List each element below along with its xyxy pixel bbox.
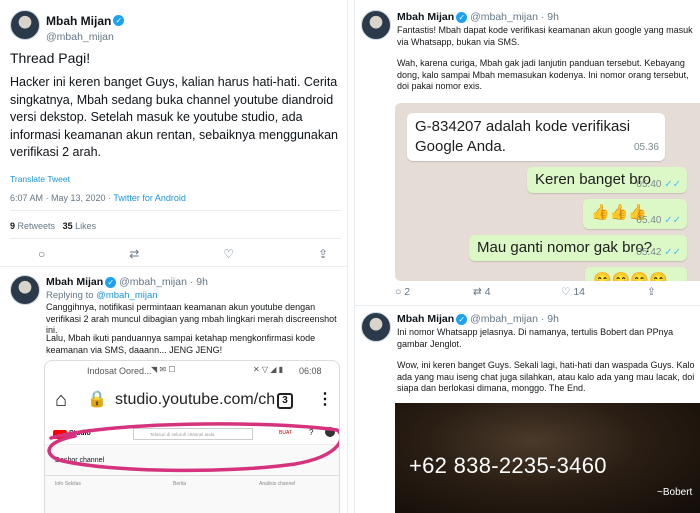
tweet-action-bar: ○ ⇄ ♡ ⇪ — [38, 247, 328, 261]
message-text: Mau ganti nomor gak bro? — [477, 239, 653, 256]
more-icon[interactable]: ⋮ — [317, 389, 333, 409]
author-handle[interactable]: @mbah_mijan · 9h — [470, 11, 559, 23]
message-time: 05.40 ✓✓ — [636, 215, 681, 226]
tweet-stats: 9 Retweets 35 Likes — [10, 221, 96, 231]
reply-text: Wow, ini keren banget Guys. Sekali lagi,… — [397, 360, 695, 393]
divider — [10, 238, 341, 239]
retweets-label[interactable]: Retweets — [18, 221, 56, 231]
time-label: 05.40 — [636, 215, 662, 226]
reply-text: Canggihnya, notifikasi permintaan keaman… — [46, 302, 337, 335]
message-time: 05.36 — [633, 142, 659, 153]
message-time: 05.40 ✓✓ — [636, 179, 681, 190]
tweet-client[interactable]: Twitter for Android — [113, 193, 186, 203]
author-handle[interactable]: @mbah_mijan · 9h — [470, 313, 559, 325]
like-count: 14 — [573, 286, 586, 298]
reply-text: Lalu, Mbah ikuti panduannya sampai ketah… — [46, 333, 316, 355]
tweet-body: Hacker ini keren banget Guys, kalian har… — [10, 75, 338, 159]
attached-screenshot[interactable]: Indosat Oored... ◥ ✉ ☐ ✕ ▽ ◢ ▮ 06:08 ⌂ 🔒… — [44, 360, 340, 513]
reply-text: Ini nomor Whatsapp jelasnya. Di namanya,… — [397, 327, 674, 349]
battery-icon: ✕ ▽ ◢ ▮ — [253, 365, 284, 374]
read-ticks-icon: ✓✓ — [664, 215, 681, 226]
likes-label[interactable]: Likes — [75, 221, 96, 231]
read-ticks-icon: ✓✓ — [664, 247, 681, 258]
reply-author[interactable]: Mbah Mijan ✓ @mbah_mijan · 9h — [397, 313, 559, 325]
chat-message-outgoing: Mau ganti nomor gak bro? 05.42 ✓✓ — [469, 235, 687, 261]
home-icon[interactable]: ⌂ — [55, 389, 67, 412]
tweet-heading: Thread Pagi! — [10, 50, 91, 66]
replying-to: Replying to @mbah_mijan — [46, 290, 158, 301]
left-tweet-column: Mbah Mijan ✓ @mbah_mijan Thread Pagi! Hac… — [0, 0, 348, 513]
retweet-count[interactable]: 9 — [10, 221, 15, 231]
author-handle[interactable]: @mbah_mijan · 9h — [119, 276, 208, 288]
reply-author[interactable]: Mbah Mijan ✓ @mbah_mijan · 9h — [46, 276, 208, 288]
column-label: Analisis channel — [259, 481, 296, 487]
message-time: 05.42 ✓✓ — [636, 247, 681, 258]
like-action[interactable]: ♡ 14 — [561, 286, 647, 298]
divider — [0, 266, 347, 267]
chat-message-outgoing: 😄😄😄😄 — [585, 267, 687, 281]
reply-count: 2 — [404, 286, 411, 298]
time-label: 05.42 — [636, 247, 662, 258]
divider — [10, 210, 341, 211]
like-icon[interactable]: ♡ — [223, 247, 234, 261]
chat-message-incoming: G-834207 adalah kode verifikasi Google A… — [407, 113, 665, 161]
verified-badge-icon: ✓ — [456, 11, 468, 23]
avatar[interactable] — [10, 10, 40, 40]
tweet-timestamp[interactable]: 6:07 AM · May 13, 2020 · — [10, 193, 113, 203]
read-ticks-icon: ✓✓ — [664, 179, 681, 190]
replying-to-link[interactable]: @mbah_mijan — [96, 290, 157, 301]
verified-badge-icon: ✓ — [105, 276, 117, 288]
browser-bar: ⌂ 🔒 studio.youtube.com/ch 3 ⋮ — [45, 383, 339, 419]
reply-text: Wah, karena curiga, Mbah gak jadi lanjut… — [397, 58, 689, 91]
message-text: G-834207 adalah kode verifikasi Google A… — [415, 118, 631, 155]
whatsapp-screenshot[interactable]: G-834207 adalah kode verifikasi Google A… — [395, 103, 700, 281]
carrier-label: Indosat Oored... — [87, 366, 152, 376]
column-label: Berita — [173, 481, 187, 487]
retweet-action[interactable]: ⇄ 4 — [473, 286, 561, 298]
retweet-count: 4 — [484, 286, 491, 298]
verified-badge-icon: ✓ — [456, 313, 468, 325]
time-label: 05.40 — [636, 179, 662, 190]
like-count[interactable]: 35 — [63, 221, 73, 231]
highlight-circle — [47, 422, 339, 473]
author-name[interactable]: Mbah Mijan — [46, 14, 111, 28]
chat-message-outgoing: Keren banget bro 05.40 ✓✓ — [527, 167, 687, 193]
tabs-count[interactable]: 3 — [277, 393, 293, 409]
lock-icon: 🔒 — [87, 391, 107, 408]
tweet-action-bar: ○ 2 ⇄ 4 ♡ 14 ⇪ — [395, 286, 685, 298]
column-label: Info Sekilas — [55, 481, 81, 487]
phone-number: +62 838-2235-3460 — [409, 453, 607, 478]
divider — [355, 305, 700, 306]
reply-icon[interactable]: ○ — [38, 247, 45, 261]
reply-author[interactable]: Mbah Mijan ✓ @mbah_mijan · 9h — [397, 11, 559, 23]
tweet-author[interactable]: Mbah Mijan ✓ @mbah_mijan — [46, 12, 125, 43]
avatar[interactable] — [361, 10, 391, 40]
avatar[interactable] — [10, 275, 40, 305]
chat-message-outgoing: 👍👍👍 05.40 ✓✓ — [583, 199, 687, 229]
message-text: Keren banget bro — [535, 171, 651, 188]
reply-text: Fantastis! Mbah dapat kode verifikasi ke… — [397, 25, 693, 47]
tweet-meta: 6:07 AM · May 13, 2020 · Twitter for And… — [10, 193, 186, 203]
clock: 06:08 — [299, 366, 322, 376]
profile-photo[interactable]: +62 838-2235-3460 ~Bobert — [395, 403, 700, 513]
reply-action[interactable]: ○ 2 — [395, 286, 473, 298]
translate-tweet-link[interactable]: Translate Tweet — [10, 174, 70, 184]
avatar[interactable] — [361, 312, 391, 342]
url-field[interactable]: studio.youtube.com/ch — [115, 391, 275, 409]
replying-prefix: Replying to — [46, 290, 97, 301]
retweet-icon[interactable]: ⇄ — [129, 247, 139, 261]
author-name[interactable]: Mbah Mijan — [397, 11, 454, 23]
right-tweet-column: Mbah Mijan ✓ @mbah_mijan · 9h Fantastis! … — [354, 0, 700, 513]
photo-caption: ~Bobert — [657, 487, 693, 498]
author-name[interactable]: Mbah Mijan — [397, 313, 454, 325]
author-handle[interactable]: @mbah_mijan — [46, 31, 124, 43]
verified-badge-icon: ✓ — [113, 15, 125, 27]
signal-icon: ◥ ✉ ☐ — [151, 365, 176, 374]
share-icon[interactable]: ⇪ — [647, 286, 656, 298]
status-bar: Indosat Oored... ◥ ✉ ☐ ✕ ▽ ◢ ▮ 06:08 — [45, 361, 339, 379]
share-icon[interactable]: ⇪ — [318, 247, 328, 261]
author-name[interactable]: Mbah Mijan — [46, 276, 103, 288]
